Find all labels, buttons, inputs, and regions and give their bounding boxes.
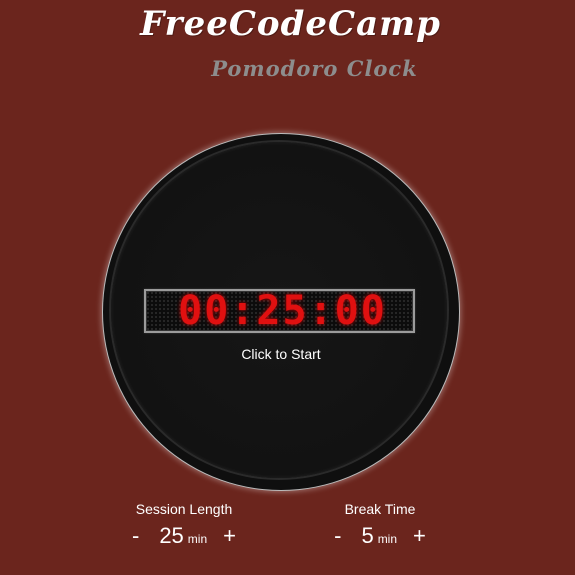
break-time-unit: min <box>377 532 398 546</box>
break-decrement-button[interactable]: - <box>332 523 343 549</box>
start-prompt[interactable]: Click to Start <box>103 346 459 362</box>
session-length-row: - 25 min + <box>122 523 246 549</box>
app-title: FreeCodeCamp <box>140 4 441 44</box>
session-length-control: Session Length - 25 min + <box>122 501 246 549</box>
app-subtitle: Pomodoro Clock <box>211 56 418 81</box>
session-length-unit: min <box>187 532 208 546</box>
break-time-value: 5 <box>361 523 374 548</box>
break-increment-button[interactable]: + <box>411 523 428 549</box>
timer-display[interactable]: 00:25:00 <box>144 289 415 333</box>
session-decrement-button[interactable]: - <box>130 523 141 549</box>
break-time-control: Break Time - 5 min + <box>318 501 442 549</box>
break-time-row: - 5 min + <box>318 523 442 549</box>
timer-digits: 00:25:00 <box>178 289 387 333</box>
session-length-label: Session Length <box>135 501 233 517</box>
session-length-value: 25 <box>159 523 184 548</box>
session-increment-button[interactable]: + <box>221 523 238 549</box>
break-time-label: Break Time <box>344 501 416 517</box>
